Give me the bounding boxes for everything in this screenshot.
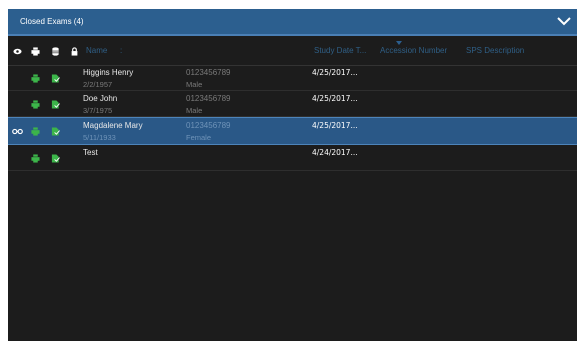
closed-exams-panel: Closed Exams (4) Name : Study Date T... … [8, 9, 577, 341]
database-icon[interactable] [51, 47, 60, 56]
glasses-icon[interactable] [12, 127, 23, 136]
patient-dob: 5/11/1933 [83, 133, 116, 142]
patient-name: Test [83, 148, 98, 157]
table-row[interactable]: Higgins Henry 2/2/1957 0123456789 Male 4… [8, 65, 577, 91]
panel-header[interactable]: Closed Exams (4) [8, 9, 577, 36]
patient-name: Higgins Henry [83, 68, 134, 77]
empty-list-area [8, 171, 577, 341]
patient-sex: Female [186, 133, 212, 142]
patient-name: Doe John [83, 94, 118, 103]
panel-title: Closed Exams (4) [20, 17, 84, 26]
eye-icon[interactable] [13, 47, 22, 56]
patient-sex: Male [186, 106, 203, 115]
study-date: 4/24/2017... [312, 148, 358, 157]
table-row-selected[interactable]: Magdalene Mary 5/11/1933 0123456789 Fema… [8, 117, 577, 145]
sort-indicator-icon [396, 41, 402, 45]
patient-id: 0123456789 [186, 94, 231, 103]
printer-icon[interactable] [31, 100, 40, 109]
column-name-sort-colon: : [120, 46, 123, 55]
document-icon[interactable] [51, 154, 60, 163]
study-date: 4/25/2017... [312, 68, 358, 77]
column-name[interactable]: Name [86, 46, 107, 55]
patient-dob: 2/2/1957 [83, 80, 113, 89]
column-accession-number[interactable]: Accession Number [380, 46, 447, 55]
patient-id: 0123456789 [186, 121, 231, 130]
patient-dob: 3/7/1975 [83, 106, 113, 115]
chevron-down-icon[interactable] [557, 15, 571, 27]
patient-id: 0123456789 [186, 68, 231, 77]
document-icon[interactable] [51, 74, 60, 83]
printer-icon[interactable] [31, 74, 40, 83]
column-header-row: Name : Study Date T... Accession Number … [8, 38, 577, 66]
printer-icon[interactable] [31, 127, 40, 136]
study-date: 4/25/2017... [312, 121, 358, 130]
document-icon[interactable] [51, 100, 60, 109]
column-sps-description[interactable]: SPS Description [466, 46, 524, 55]
patient-name: Magdalene Mary [83, 121, 143, 130]
study-date: 4/25/2017... [312, 94, 358, 103]
table-row[interactable]: Doe John 3/7/1975 0123456789 Male 4/25/2… [8, 91, 577, 117]
printer-icon[interactable] [31, 154, 40, 163]
column-study-date[interactable]: Study Date T... [314, 46, 366, 55]
lock-icon[interactable] [70, 47, 79, 56]
table-row[interactable]: Test 4/24/2017... [8, 145, 577, 171]
patient-sex: Male [186, 80, 203, 89]
document-icon[interactable] [51, 127, 60, 136]
printer-icon[interactable] [31, 47, 40, 56]
